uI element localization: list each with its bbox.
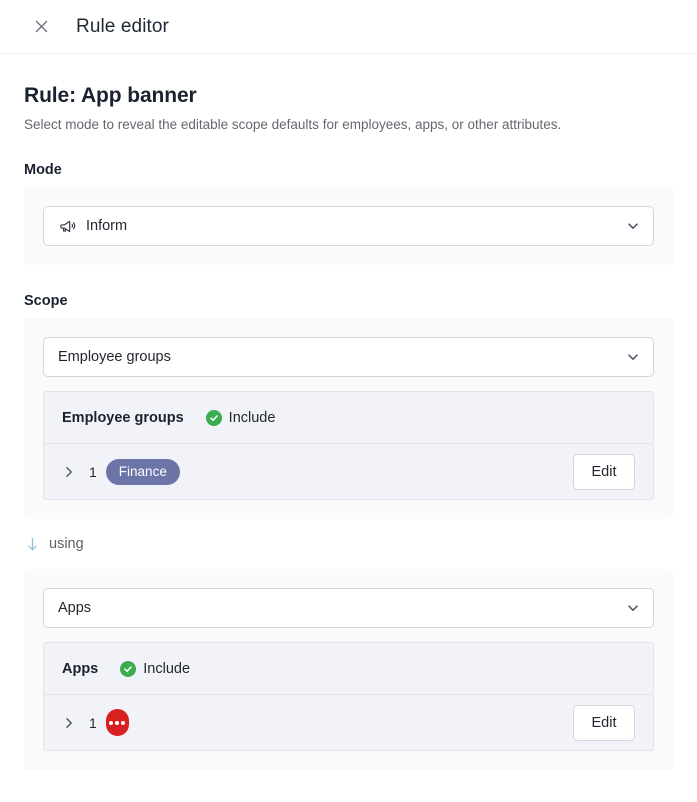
dot [121, 720, 126, 725]
dot [115, 720, 120, 725]
page-title: Rule: App banner [24, 84, 197, 107]
scope-section-label: Scope [24, 293, 68, 310]
scope-panel-header: Apps Include [44, 643, 653, 696]
scope-panel-employee-groups: Employee groups Include 1 Finance Edit [43, 391, 654, 501]
status-badge: Include [120, 660, 191, 677]
check-circle-icon [205, 409, 222, 426]
dot [109, 720, 114, 725]
scope-select-value: Employee groups [58, 349, 171, 366]
edit-button[interactable]: Edit [573, 704, 635, 741]
scope-panel-header: Employee groups Include [44, 392, 653, 445]
arrow-down-icon [24, 536, 40, 552]
dialog-header: Rule editor [0, 0, 697, 54]
table-row: 1 Finance Edit [44, 444, 653, 499]
scope-chip[interactable]: Finance [105, 458, 180, 485]
page-body: Rule: App banner Select mode to reveal t… [0, 84, 697, 771]
chevron-right-icon[interactable] [58, 461, 80, 483]
status-badge: Include [205, 409, 276, 426]
scope-select-apps[interactable]: Apps [43, 588, 654, 629]
scope-card-apps: Apps Apps Include 1 Edit [24, 569, 673, 771]
scope-panel-apps: Apps Include 1 Edit [43, 642, 654, 752]
scope-panel-title: Apps [62, 660, 99, 677]
close-icon[interactable] [28, 14, 54, 40]
megaphone-icon [58, 217, 77, 236]
scope-card-employee-groups: Employee groups Employee groups Include [24, 318, 673, 520]
chevron-down-icon [624, 349, 641, 366]
edit-button[interactable]: Edit [573, 453, 635, 490]
dialog-title: Rule editor [76, 15, 169, 37]
mode-select-value: Inform [86, 218, 128, 235]
scope-panel-title: Employee groups [62, 409, 184, 426]
table-row: 1 Edit [44, 695, 653, 750]
status-badge-label: Include [228, 409, 276, 426]
chevron-right-icon[interactable] [58, 712, 80, 734]
connector-using: using [24, 519, 673, 569]
scope-select-employee-groups[interactable]: Employee groups [43, 337, 654, 378]
mode-select[interactable]: Inform [43, 206, 654, 247]
chevron-down-icon [624, 600, 641, 617]
connector-label: using [49, 536, 84, 553]
row-count: 1 [89, 463, 97, 480]
row-count: 1 [89, 714, 97, 731]
scope-chip-loading[interactable] [105, 709, 129, 737]
mode-section-label: Mode [24, 162, 62, 179]
chevron-down-icon [624, 218, 641, 235]
check-circle-icon [120, 660, 137, 677]
status-badge-label: Include [143, 660, 191, 677]
mode-card: Inform [24, 187, 673, 266]
scope-select-value: Apps [58, 600, 92, 617]
page-subtitle: Select mode to reveal the editable scope… [24, 117, 562, 132]
